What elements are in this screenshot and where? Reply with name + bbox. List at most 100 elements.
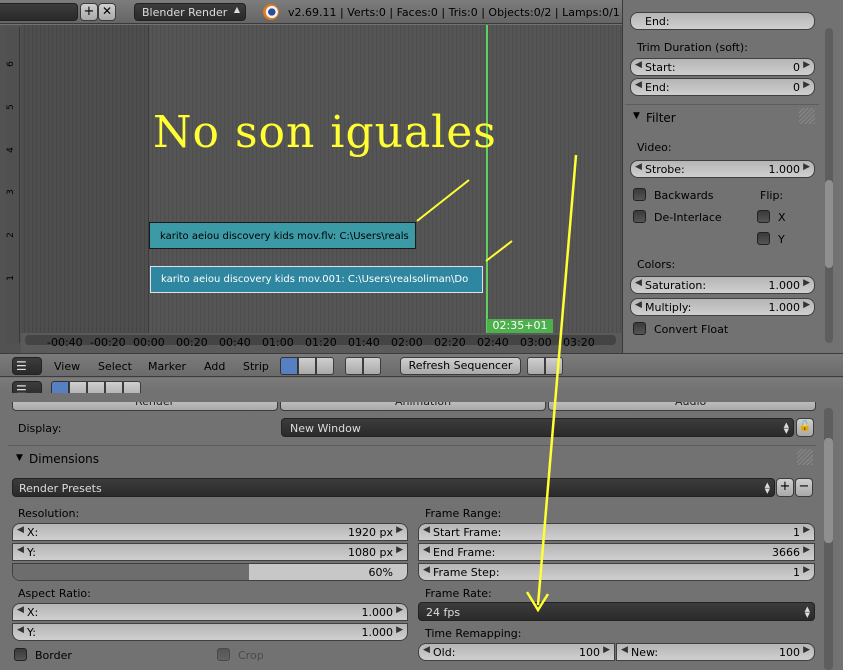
refresh-sequencer-button[interactable]: Refresh Sequencer — [400, 357, 521, 375]
paste-icon[interactable] — [363, 357, 381, 375]
convert-float-label: Convert Float — [654, 323, 729, 336]
increment-arrow-icon: ▶ — [803, 60, 810, 70]
increment-arrow-icon: ▶ — [803, 565, 810, 575]
menu-marker[interactable]: Marker — [148, 360, 186, 373]
decrement-arrow-icon: ◀ — [635, 60, 642, 70]
split-view-icon[interactable] — [316, 357, 334, 375]
current-frame-label: 02:35+01 — [492, 319, 548, 332]
aspect-x-field[interactable]: ◀ X: 1.000 ▶ — [12, 603, 408, 621]
menu-select[interactable]: Select — [98, 360, 132, 373]
add-preset-icon[interactable]: + — [776, 478, 794, 497]
decrement-arrow-icon: ◀ — [423, 545, 430, 555]
convert-float-checkbox[interactable] — [633, 322, 646, 335]
close-icon[interactable]: ✕ — [98, 3, 116, 21]
resolution-y-field[interactable]: ◀ Y: 1080 px ▶ — [12, 543, 408, 561]
blender-logo-icon — [263, 4, 279, 20]
increment-arrow-icon: ▶ — [803, 545, 810, 555]
time-labels: -00:40 -00:20 00:00 00:20 00:40 01:00 01:20 01:… — [0, 333, 622, 353]
render-anim-icon[interactable] — [545, 357, 563, 375]
resolution-y-label: Y: — [27, 546, 36, 559]
menu-view[interactable]: View — [54, 360, 80, 373]
resolution-percentage-slider[interactable]: 60% — [12, 563, 408, 581]
remove-preset-icon[interactable]: − — [795, 478, 813, 497]
decrement-arrow-icon: ◀ — [635, 278, 642, 288]
copy-icon[interactable] — [345, 357, 363, 375]
drag-handle-icon[interactable] — [797, 449, 813, 465]
aspect-y-field[interactable]: ◀ Y: 1.000 ▶ — [12, 623, 408, 641]
aspect-x-label: X: — [27, 606, 39, 619]
select-arrows-icon: ▲ ▼ — [764, 481, 770, 495]
frame-rate-select[interactable]: 24 fps ▲ ▼ — [418, 602, 815, 621]
end-cut-field[interactable]: End: — [630, 12, 815, 30]
render-presets-select[interactable]: Render Presets ▲ ▼ — [12, 478, 775, 497]
side-scrollbar[interactable] — [825, 180, 833, 268]
channel-number: 5 — [5, 104, 16, 110]
collapse-arrow-icon[interactable]: ▼ — [633, 111, 640, 121]
saturation-label: Saturation: — [645, 279, 707, 292]
backwards-checkbox[interactable] — [633, 188, 646, 201]
decrement-arrow-icon: ◀ — [17, 625, 24, 635]
start-frame-field[interactable]: ◀ Start Frame: 1 ▶ — [418, 523, 815, 541]
add-icon[interactable]: + — [80, 3, 98, 21]
deinterlace-checkbox[interactable] — [633, 210, 646, 223]
sequencer-header: ☰ View Select Marker Add Strip Refresh S… — [0, 353, 843, 377]
props-scrollbar[interactable] — [824, 438, 833, 543]
trim-end-field[interactable]: ◀ End: 0 ▶ — [630, 78, 815, 96]
flip-x-checkbox[interactable] — [757, 210, 770, 223]
multiply-field[interactable]: ◀ Multiply: 1.000 ▶ — [630, 298, 815, 316]
strip-properties-panel: End: Trim Duration (soft): ◀ Start: 0 ▶ ◀ En… — [622, 0, 843, 353]
channel-numbers: 6 5 4 3 2 1 — [6, 25, 20, 333]
frame-step-value: 1 — [793, 566, 800, 579]
time-label: 02:20 — [434, 336, 466, 349]
editor-type-select[interactable]: ☰ — [12, 357, 42, 375]
current-frame-indicator[interactable]: 02:35+01 — [487, 319, 553, 333]
sequencer-view-icon[interactable] — [280, 357, 298, 375]
resolution-x-field[interactable]: ◀ X: 1920 px ▶ — [12, 523, 408, 541]
time-new-field[interactable]: ◀ New: 100 ▶ — [616, 643, 815, 661]
render-still-icon[interactable] — [527, 357, 545, 375]
flip-x-label: X — [778, 211, 786, 224]
panel-top-cover — [623, 0, 819, 12]
dimensions-title[interactable]: Dimensions — [29, 452, 99, 466]
video-label: Video: — [637, 141, 672, 154]
sequencer-area[interactable]: 6 5 4 3 2 1 karito aeiou discovery kids mov.f… — [0, 25, 622, 353]
decrement-arrow-icon: ◀ — [635, 80, 642, 90]
resolution-x-value: 1920 px — [348, 526, 393, 539]
scene-name-field[interactable] — [0, 3, 78, 21]
increment-arrow-icon: ▶ — [803, 525, 810, 535]
crop-checkbox[interactable] — [217, 648, 230, 661]
playhead-line[interactable] — [486, 25, 488, 333]
aspect-y-label: Y: — [27, 626, 36, 639]
display-select[interactable]: New Window ▲ ▼ — [281, 418, 794, 437]
frame-range-label: Frame Range: — [425, 507, 502, 520]
resolution-label: Resolution: — [18, 507, 80, 520]
preview-view-icon[interactable] — [298, 357, 316, 375]
render-engine-select[interactable]: Blender Render ▲ — [134, 3, 246, 21]
movie-strip-2[interactable]: karito aeiou discovery kids mov.001: C:\… — [150, 266, 483, 293]
border-checkbox[interactable] — [14, 648, 27, 661]
lock-interface-icon[interactable]: 🔓 — [796, 418, 814, 437]
drag-handle-icon[interactable] — [799, 108, 815, 124]
flip-y-checkbox[interactable] — [757, 232, 770, 245]
end-frame-field[interactable]: ◀ End Frame: 3666 ▶ — [418, 543, 815, 561]
saturation-field[interactable]: ◀ Saturation: 1.000 ▶ — [630, 276, 815, 294]
select-arrows-icon: ▲ ▼ — [804, 605, 810, 619]
increment-arrow-icon: ▶ — [803, 162, 810, 172]
slider-fill — [13, 564, 250, 580]
time-old-field[interactable]: ◀ Old: 100 ▶ — [418, 643, 615, 661]
start-frame-label: Start Frame: — [433, 526, 502, 539]
filter-title[interactable]: Filter — [646, 111, 676, 125]
strobe-field[interactable]: ◀ Strobe: 1.000 ▶ — [630, 160, 815, 178]
select-arrows-icon: ▲ — [233, 5, 240, 14]
movie-strip-1[interactable]: karito aeiou discovery kids mov.flv: C:\… — [149, 222, 416, 249]
display-label: Display: — [18, 422, 62, 435]
sequencer-icon: ☰ — [16, 359, 27, 373]
frame-step-field[interactable]: ◀ Frame Step: 1 ▶ — [418, 563, 815, 581]
time-label: 03:00 — [520, 336, 552, 349]
decrement-arrow-icon: ◀ — [635, 162, 642, 172]
trim-start-field[interactable]: ◀ Start: 0 ▶ — [630, 58, 815, 76]
before-start-region — [21, 25, 149, 333]
menu-add[interactable]: Add — [204, 360, 225, 373]
collapse-arrow-icon[interactable]: ▼ — [16, 453, 23, 463]
menu-strip[interactable]: Strip — [243, 360, 269, 373]
